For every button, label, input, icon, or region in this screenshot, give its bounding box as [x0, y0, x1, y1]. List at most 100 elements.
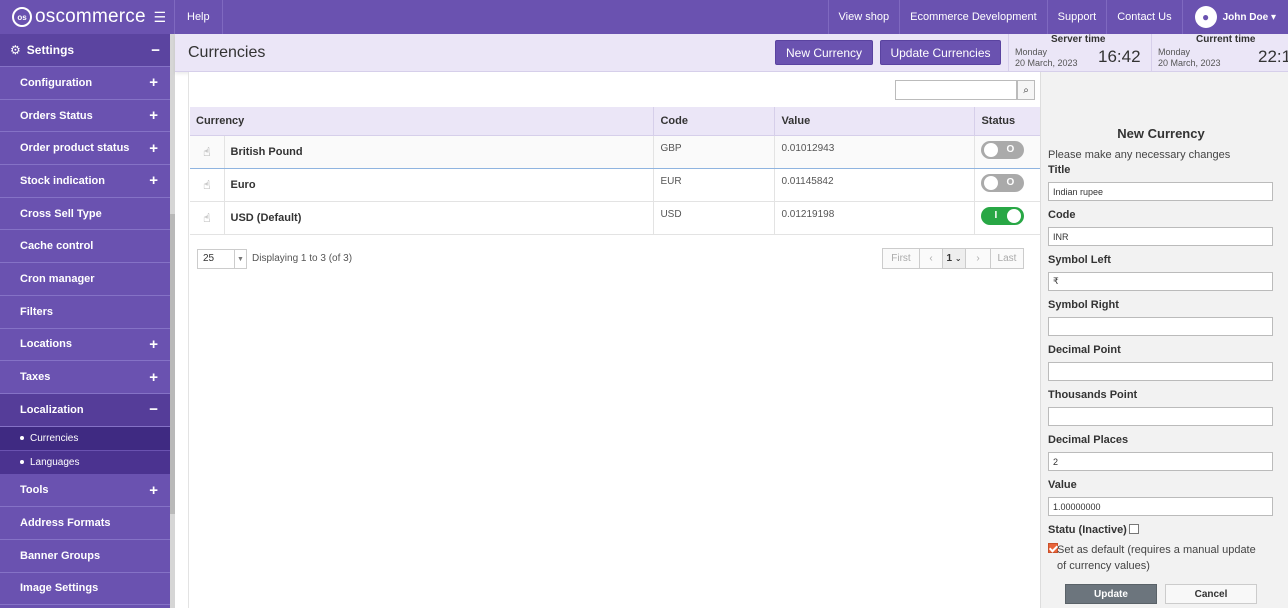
sidebar-item-label: Banner Groups — [20, 549, 101, 562]
sidebar-item-locations[interactable]: Locations + — [0, 329, 170, 362]
sidebar-item-orders-status[interactable]: Orders Status + — [0, 100, 170, 133]
current-time-label: Current time — [1196, 34, 1256, 45]
decimal-point-field[interactable] — [1048, 362, 1273, 381]
hamburger-menu-icon[interactable]: ☰ — [153, 9, 166, 26]
help-link[interactable]: Help — [175, 0, 223, 34]
value-field[interactable] — [1048, 497, 1273, 516]
sidebar-item-address-formats[interactable]: Address Formats — [0, 507, 170, 540]
currencies-table: Currency Code Value Status ☝ British Pou… — [190, 107, 1041, 235]
table-row[interactable]: ☝ USD (Default) USD 0.01219198 I — [190, 201, 1041, 235]
server-time-date: Monday 20 March, 2023 — [1015, 47, 1078, 69]
drag-handle-icon[interactable]: ☝ — [190, 201, 225, 235]
code-label: Code — [1048, 209, 1076, 221]
server-day: Monday — [1015, 47, 1048, 57]
user-menu[interactable]: ● John Doe ▾ — [1181, 0, 1288, 34]
sidebar-item-cross-sell-type[interactable]: Cross Sell Type — [0, 198, 170, 231]
status-toggle[interactable]: I — [981, 206, 1025, 225]
sidebar-subitem-label: Currencies — [30, 432, 79, 444]
currency-code: USD — [653, 201, 776, 235]
plus-icon[interactable]: + — [149, 369, 158, 386]
view-shop-link[interactable]: View shop — [827, 0, 900, 34]
sidebar-item-order-product-status[interactable]: Order product status + — [0, 132, 170, 166]
contact-us-link[interactable]: Contact Us — [1106, 0, 1181, 34]
column-header-status[interactable]: Status — [974, 107, 1041, 136]
current-date: 20 March, 2023 — [1158, 58, 1221, 68]
minus-icon[interactable]: − — [149, 401, 158, 418]
first-page-button[interactable]: First — [882, 248, 920, 269]
update-currencies-button[interactable]: Update Currencies — [880, 40, 1001, 65]
title-field[interactable] — [1048, 182, 1273, 201]
sidebar-subitem-languages[interactable]: Languages — [0, 450, 170, 475]
column-header-code[interactable]: Code — [653, 107, 776, 136]
plus-icon[interactable]: + — [149, 482, 158, 499]
chevron-left-icon[interactable]: ‹ — [919, 248, 943, 269]
currency-code: GBP — [653, 134, 776, 169]
sidebar-subitem-label: Languages — [30, 456, 80, 468]
main-content: ⌕ Currency Code Value Status ☝ British P… — [188, 72, 1041, 608]
per-page-select[interactable]: 25 ▼ — [197, 249, 247, 269]
update-button[interactable]: Update — [1065, 584, 1157, 604]
sidebar-item-filters[interactable]: Filters — [0, 296, 170, 329]
sidebar-section-settings[interactable]: ⚙ Settings − — [0, 34, 170, 67]
sidebar-item-image-settings[interactable]: Image Settings — [0, 573, 170, 606]
sidebar-item-cache-control[interactable]: Cache control — [0, 230, 170, 264]
page-select[interactable]: 1 ⌄ — [942, 248, 966, 269]
status-toggle[interactable]: O — [981, 140, 1025, 159]
sidebar-item-label: Orders Status — [20, 109, 93, 122]
drag-handle-icon[interactable]: ☝ — [190, 168, 225, 202]
collapse-icon[interactable]: − — [151, 42, 160, 59]
currency-status: I — [974, 201, 1041, 235]
sidebar-item-localization[interactable]: Localization − — [0, 393, 170, 427]
symbol-right-field[interactable] — [1048, 317, 1273, 336]
sidebar-item-label: Taxes — [20, 371, 51, 384]
panel-title: New Currency — [1117, 126, 1205, 141]
sidebar-item-configuration[interactable]: Configuration + — [0, 67, 170, 100]
plus-icon[interactable]: + — [149, 172, 158, 189]
sidebar-item-stock-indication[interactable]: Stock indication + — [0, 165, 170, 198]
sidebar-item-banner-groups[interactable]: Banner Groups — [0, 540, 170, 573]
plus-icon[interactable]: + — [149, 140, 158, 157]
sidebar-item-label: Image Settings — [20, 582, 99, 595]
toggle-knob — [984, 142, 999, 157]
thousands-point-field[interactable] — [1048, 407, 1273, 426]
status-toggle[interactable]: O — [981, 173, 1025, 192]
title-label: Title — [1048, 164, 1071, 176]
support-link[interactable]: Support — [1046, 0, 1107, 34]
plus-icon[interactable]: + — [149, 336, 158, 353]
pagination: First ‹ 1 ⌄ › Last — [882, 248, 1024, 269]
decimal-places-field[interactable] — [1048, 452, 1273, 471]
symbol-left-field[interactable] — [1048, 272, 1273, 291]
chevron-right-icon[interactable]: › — [965, 248, 991, 269]
plus-icon[interactable]: + — [149, 107, 158, 124]
search-input[interactable] — [895, 80, 1017, 100]
column-header-value[interactable]: Value — [774, 107, 976, 136]
new-currency-button[interactable]: New Currency — [775, 40, 873, 65]
logo[interactable]: os oscommerce ☰ — [0, 0, 175, 34]
code-field[interactable] — [1048, 227, 1273, 246]
sidebar-item-label: Cross Sell Type — [20, 207, 102, 220]
table-row[interactable]: ☝ Euro EUR 0.01145842 O — [190, 168, 1041, 202]
drag-handle-icon[interactable]: ☝ — [190, 134, 225, 169]
search-icon[interactable]: ⌕ — [1017, 80, 1035, 100]
status-checkbox[interactable] — [1129, 524, 1139, 534]
server-date: 20 March, 2023 — [1015, 58, 1078, 68]
cancel-button[interactable]: Cancel — [1165, 584, 1257, 604]
last-page-button[interactable]: Last — [990, 248, 1024, 269]
plus-icon[interactable]: + — [149, 74, 158, 91]
sidebar-item-label: Order product status — [20, 142, 130, 155]
sidebar-subitem-currencies[interactable]: Currencies — [0, 426, 170, 451]
sidebar-item-label: Tools — [20, 484, 49, 497]
column-header-currency[interactable]: Currency — [190, 107, 655, 136]
sidebar-scrollbar[interactable] — [170, 34, 175, 608]
scrollbar-thumb[interactable] — [170, 214, 175, 514]
ecommerce-development-link[interactable]: Ecommerce Development — [899, 0, 1047, 34]
sidebar-item-cron-manager[interactable]: Cron manager — [0, 263, 170, 296]
sidebar: ⚙ Settings − Configuration + Orders Statu… — [0, 34, 170, 608]
status-label: Statu (Inactive) — [1048, 524, 1127, 536]
table-row[interactable]: ☝ British Pound GBP 0.01012943 O — [190, 134, 1041, 169]
current-time-date: Monday 20 March, 2023 — [1158, 47, 1221, 69]
sidebar-item-tools[interactable]: Tools + — [0, 475, 170, 508]
sidebar-item-taxes[interactable]: Taxes + — [0, 361, 170, 394]
dropdown-arrow-icon[interactable]: ▼ — [234, 250, 246, 268]
gears-icon: ⚙ — [10, 43, 21, 57]
